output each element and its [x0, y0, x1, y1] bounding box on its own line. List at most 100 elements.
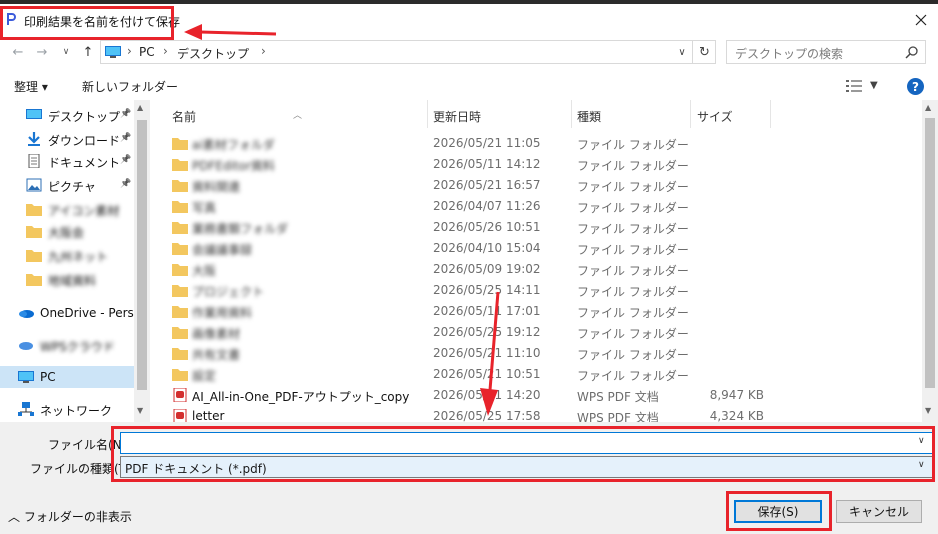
nav-scrollbar[interactable]: ▲ ▼ — [134, 100, 150, 422]
sidebar-item[interactable]: ネットワーク — [0, 398, 134, 420]
scroll-down-icon[interactable]: ▼ — [925, 406, 931, 415]
scroll-up-icon[interactable]: ▲ — [137, 103, 143, 112]
refresh-icon: ↻ — [699, 44, 710, 60]
file-name: 大阪 — [192, 264, 217, 278]
pin-icon: 📌 — [120, 133, 132, 143]
file-type: ファイル フォルダー — [577, 348, 689, 362]
sidebar-item-label: 地域資料 — [48, 274, 97, 288]
sidebar-item[interactable]: OneDrive - Persor — [0, 302, 146, 324]
file-row[interactable]: 写真 2026/04/07 11:26 ファイル フォルダー — [160, 196, 770, 217]
file-name: 設定 — [192, 369, 217, 383]
sidebar-item[interactable]: ダウンロード 📌 — [0, 128, 134, 150]
file-row[interactable]: AI_All-in-One_PDF-アウトプット_copy 2026/05/21 … — [160, 385, 770, 406]
up-button[interactable]: ↑ — [78, 42, 98, 62]
breadcrumb-separator: › — [261, 44, 266, 58]
file-name: ai素材フォルダ — [192, 138, 275, 152]
sidebar-item[interactable]: ピクチャ 📌 — [0, 174, 134, 196]
file-row[interactable]: 業務書類フォルダ 2026/05/26 10:51 ファイル フォルダー — [160, 217, 770, 238]
help-button[interactable]: ? — [907, 78, 924, 95]
file-row[interactable]: 大阪 2026/05/09 19:02 ファイル フォルダー — [160, 259, 770, 280]
view-options-icon[interactable] — [846, 80, 862, 92]
document-icon — [26, 153, 42, 169]
sidebar-item-label: WPSクラウド — [40, 340, 115, 354]
folder-icon — [26, 248, 42, 262]
arrow-right-icon: → — [36, 44, 48, 60]
file-date: 2026/05/26 10:51 — [433, 220, 541, 234]
folder-icon — [172, 346, 188, 360]
sidebar-item[interactable]: 地域資料 — [0, 268, 134, 290]
sidebar-item[interactable]: デスクトップ 📌 — [0, 104, 134, 126]
file-row[interactable]: letter 2026/05/25 17:58 WPS PDF 文档 4,324 KB — [160, 406, 770, 422]
file-name: 資料関連 — [192, 180, 241, 194]
file-date: 2026/05/21 16:57 — [433, 178, 541, 192]
chevron-down-icon: ∨ — [678, 46, 686, 58]
file-name: 作業用資料 — [192, 306, 253, 320]
column-header-type[interactable]: 種類 — [572, 100, 690, 128]
file-size: 8,947 KB — [709, 388, 764, 402]
hide-folders-label: フォルダーの非表示 — [23, 510, 132, 524]
column-header-size[interactable]: サイズ — [691, 100, 771, 128]
breadcrumb-pc[interactable]: PC — [139, 45, 155, 59]
command-toolbar: 整理 ▾ 新しいフォルダー ▼ ? — [0, 72, 938, 100]
file-name: 業務書類フォルダ — [192, 222, 289, 236]
back-button[interactable]: ← — [8, 42, 28, 62]
file-row[interactable]: 資料関連 2026/05/21 16:57 ファイル フォルダー — [160, 175, 770, 196]
sidebar-item-label: アイコン素材 — [48, 204, 120, 218]
sidebar-item[interactable]: WPSクラウド — [0, 334, 134, 356]
onedrive-icon — [18, 306, 34, 320]
sidebar-item-label: ピクチャ — [48, 180, 96, 194]
file-row[interactable]: プロジェクト 2026/05/25 14:11 ファイル フォルダー — [160, 280, 770, 301]
nav-scrollbar-thumb[interactable] — [137, 120, 147, 390]
file-row[interactable]: 会議議事録 2026/04/10 15:04 ファイル フォルダー — [160, 238, 770, 259]
column-name-label: 名前 — [172, 110, 197, 124]
file-type: ファイル フォルダー — [577, 369, 689, 383]
breadcrumb-separator: › — [163, 44, 168, 58]
recent-dropdown[interactable]: ∨ — [56, 42, 76, 62]
file-row[interactable]: 共有文書 2026/05/21 11:10 ファイル フォルダー — [160, 343, 770, 364]
sidebar-item[interactable]: 九州ネット — [0, 244, 134, 266]
file-row[interactable]: PDFEditor資料 2026/05/11 14:12 ファイル フォルダー — [160, 154, 770, 175]
help-icon: ? — [912, 79, 919, 94]
sidebar-item-label: ダウンロード — [48, 134, 121, 148]
picture-icon — [26, 178, 42, 192]
sidebar-item[interactable]: PC — [0, 366, 134, 388]
annotation-save-box — [726, 491, 832, 531]
file-list-scrollbar[interactable]: ▲ ▼ — [922, 100, 938, 422]
file-list-scrollbar-thumb[interactable] — [925, 118, 935, 388]
cloud-icon — [18, 338, 34, 352]
file-type: ファイル フォルダー — [577, 306, 689, 320]
column-type-label: 種類 — [577, 110, 602, 124]
sidebar-item[interactable]: ドキュメント 📌 — [0, 150, 134, 172]
address-dropdown[interactable]: ∨ — [672, 40, 692, 64]
file-row[interactable]: 作業用資料 2026/05/11 17:01 ファイル フォルダー — [160, 301, 770, 322]
column-header-name[interactable]: 名前 ︿ — [160, 100, 428, 128]
file-list: 名前 ︿ 更新日時 種類 サイズ ai素材フォルダ 2026/05/21 11:0… — [160, 100, 922, 422]
file-date: 2026/05/09 19:02 — [433, 262, 541, 276]
file-name: letter — [192, 409, 225, 422]
column-divider[interactable] — [770, 100, 771, 128]
cancel-button[interactable]: キャンセル — [836, 500, 922, 523]
folder-icon — [172, 136, 188, 150]
file-date: 2026/04/10 15:04 — [433, 241, 541, 255]
scroll-up-icon[interactable]: ▲ — [925, 103, 931, 112]
breadcrumb-desktop[interactable]: デスクトップ — [177, 45, 249, 62]
sidebar-item-label: PC — [40, 370, 56, 384]
column-header-date[interactable]: 更新日時 — [428, 100, 572, 128]
sidebar-item[interactable]: 大阪会 — [0, 220, 134, 242]
close-button[interactable] — [904, 6, 938, 34]
file-row[interactable]: 画像素材 2026/05/25 19:12 ファイル フォルダー — [160, 322, 770, 343]
file-type: ファイル フォルダー — [577, 138, 689, 152]
scroll-down-icon[interactable]: ▼ — [137, 406, 143, 415]
search-box[interactable]: デスクトップの検索 — [726, 40, 926, 64]
file-row[interactable]: 設定 2026/05/21 10:51 ファイル フォルダー — [160, 364, 770, 385]
file-name: 共有文書 — [192, 348, 241, 362]
file-row[interactable]: ai素材フォルダ 2026/05/21 11:05 ファイル フォルダー — [160, 133, 770, 154]
hide-folders-toggle[interactable]: ︿ フォルダーの非表示 — [8, 508, 132, 525]
sidebar-item[interactable]: アイコン素材 — [0, 198, 134, 220]
forward-button[interactable]: → — [32, 42, 52, 62]
search-placeholder: デスクトップの検索 — [735, 47, 844, 61]
refresh-button[interactable]: ↻ — [692, 40, 716, 64]
organize-button[interactable]: 整理 ▾ — [14, 78, 48, 95]
view-dropdown-icon[interactable]: ▼ — [870, 80, 878, 91]
new-folder-button[interactable]: 新しいフォルダー — [82, 78, 178, 95]
